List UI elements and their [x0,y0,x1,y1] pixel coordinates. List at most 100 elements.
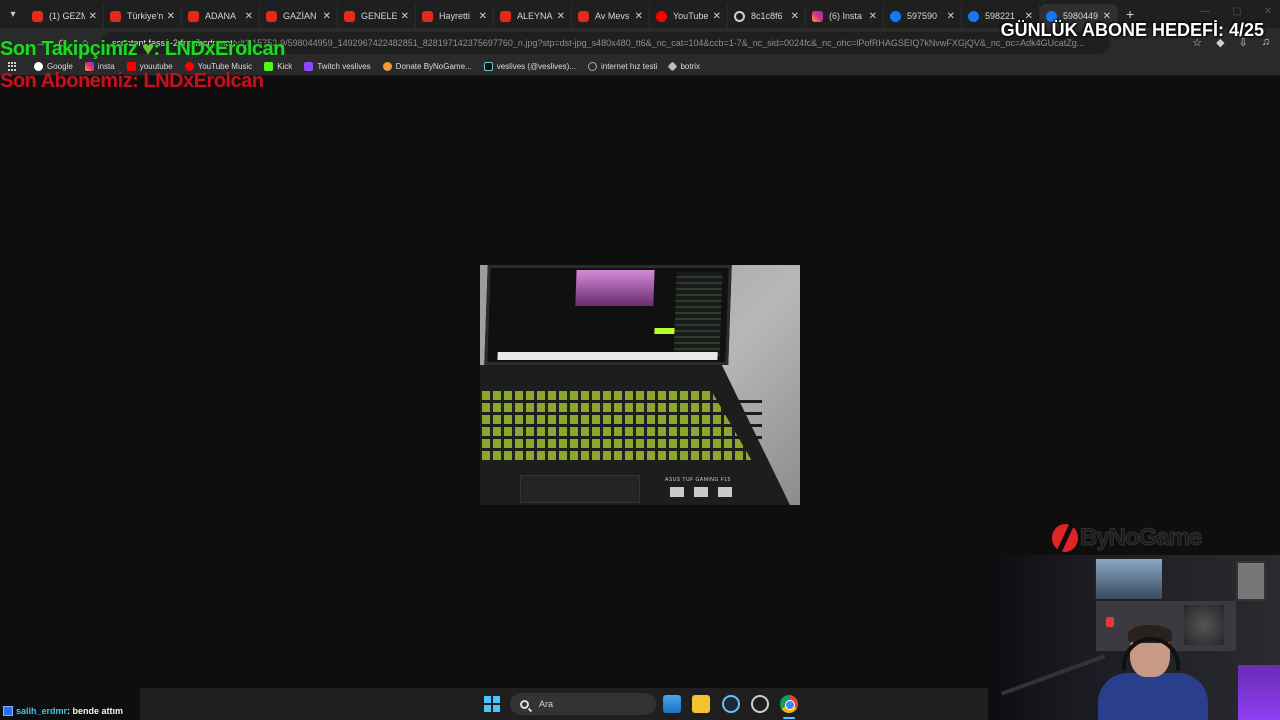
chat-badge-icon [3,706,13,716]
tab-title: 597590 [907,11,938,21]
close-tab-icon[interactable]: ✕ [557,11,565,22]
browser-tab[interactable]: Av Mevs ✕ [572,4,650,28]
tab-search-icon[interactable]: ▾ [0,0,26,28]
bookmark-item[interactable]: botrix [668,61,701,72]
close-tab-icon[interactable]: ✕ [947,11,955,22]
kick-icon [264,62,274,71]
windows-start-icon[interactable] [484,696,500,712]
twitch-icon [304,62,314,71]
laptop-touchpad [520,475,640,503]
extension-app-icon[interactable] [751,695,769,713]
laptop-photo: ASUS TUF GAMING F15 [480,265,800,505]
youtube-icon [578,10,589,22]
browser-tab[interactable]: YouTube ✕ [650,4,728,28]
speedtest-icon [587,62,597,71]
youtube-icon [344,10,355,22]
facebook-icon [968,10,979,22]
tab-title: 8c1c8f6 [751,11,783,21]
browser-tab[interactable]: 8c1c8f6 ✕ [728,4,806,28]
last-follower-label: Son Takipçimiz [0,38,138,60]
chat-message: salih_erdmr : bende attım [0,702,123,720]
bookmark-item[interactable]: Twitch veslives [304,62,371,71]
bookmark-item[interactable]: internet hız testi [587,62,658,71]
close-tab-icon[interactable]: ✕ [323,11,331,22]
tab-title: Av Mevs [595,11,630,21]
bookmark-label: veslives (@veslives)... [496,62,576,71]
browser-tab[interactable]: Türkiye'n ✕ [104,4,182,28]
file-explorer-icon[interactable] [692,695,710,713]
laptop-stickers [670,487,732,497]
facebook-icon [890,10,901,22]
maximize-icon[interactable]: ▢ [1232,6,1241,17]
youtube-icon [422,10,433,22]
photos-icon[interactable] [663,695,681,713]
bookmark-label: Kick [277,62,293,71]
close-tab-icon[interactable]: ✕ [245,11,253,22]
last-follower-name: : LNDxErolcan [153,38,286,60]
botrix-icon [668,61,678,72]
wolf-picture [1184,605,1224,645]
browser-tab[interactable]: GENELEV ✕ [338,4,416,28]
chrome-icon[interactable] [780,695,798,713]
tab-title: Türkiye'n [127,11,163,21]
minimize-icon[interactable]: — [1200,6,1210,17]
taskbar-search-placeholder: Ara [539,699,554,709]
bookmark-label: Twitch veslives [317,62,371,71]
browser-tab[interactable]: ADANA ✕ [182,4,260,28]
url-path: /v/t1.15752-9/598044959_1492967422482851… [232,38,1085,48]
youtube-icon [110,10,121,22]
stream-screen: ▾ (1) GEZM ✕ Türkiye'n ✕ ADANA ✕ GAZİAN ✕ GENELE… [0,0,1280,720]
active-app-indicator [783,717,795,719]
bookmark-label: botrix [680,62,701,71]
close-tab-icon[interactable]: ✕ [479,11,487,22]
tab-title: Hayretti [439,11,471,21]
close-tab-icon[interactable]: ✕ [791,11,799,22]
bookmark-item[interactable]: veslives (@veslives)... [483,62,576,71]
taskbar-search[interactable]: Ara [510,693,656,715]
youtube-icon [500,10,511,22]
browser-tab[interactable]: GAZİAN ✕ [260,4,338,28]
youtube-icon [266,10,277,22]
close-tab-icon[interactable]: ✕ [869,11,877,22]
window-controls: — ▢ ✕ [1200,6,1272,17]
search-icon [520,699,529,709]
bynogame-wordmark: ByNoGame [1079,524,1202,552]
bookmark-label: internet hız testi [600,62,658,71]
tab-list: (1) GEZM ✕ Türkiye'n ✕ ADANA ✕ GAZİAN ✕ GENELEV ✕… [26,0,1118,28]
heart-icon: ♥ [142,38,154,60]
youtube-icon [32,10,43,22]
tab-title: GAZİAN [283,11,317,21]
laptop-brand-text: ASUS TUF GAMING F15 [665,477,731,483]
close-tab-icon[interactable]: ✕ [167,11,175,22]
tab-title: (6) Insta [829,11,863,21]
instagram-icon [812,10,823,22]
streamer [1098,625,1208,720]
close-tab-icon[interactable]: ✕ [401,11,409,22]
bookmark-label: Donate ByNoGame... [395,62,472,71]
browser-tab[interactable]: (6) Insta ✕ [806,4,884,28]
webcam-overlay [988,555,1280,720]
close-tab-icon[interactable]: ✕ [713,11,721,22]
windows-taskbar: Ara [140,688,988,720]
close-tab-icon[interactable]: ✕ [89,11,97,22]
browser-tab[interactable]: 597590 ✕ [884,4,962,28]
close-tab-icon[interactable]: ✕ [635,11,643,22]
steam-icon[interactable] [722,695,740,713]
last-follower-overlay: Son Takipçimiz ♥: LNDxErolcan [0,38,285,61]
browser-tab[interactable]: (1) GEZM ✕ [26,4,104,28]
tab-title: GENELEV [361,11,397,21]
tab-title: YouTube [673,11,709,21]
youtube-icon [188,10,199,22]
close-window-icon[interactable]: ✕ [1264,6,1272,17]
browser-tab[interactable]: Hayretti ✕ [416,4,494,28]
tab-title: (1) GEZM [49,11,85,21]
bynogame-mark-icon [1052,524,1078,552]
tab-title: ALEYNA [517,11,553,21]
wall-frame [1236,561,1266,601]
subscriber-goal-overlay: GÜNLÜK ABONE HEDEFİ: 4/25 [1000,20,1264,40]
bookmark-item[interactable]: Kick [264,62,292,71]
youtube-music-icon [656,10,667,22]
bookmark-item[interactable]: Donate ByNoGame... [382,62,472,71]
browser-tab[interactable]: ALEYNA ✕ [494,4,572,28]
chat-text: : bende attım [67,706,124,716]
